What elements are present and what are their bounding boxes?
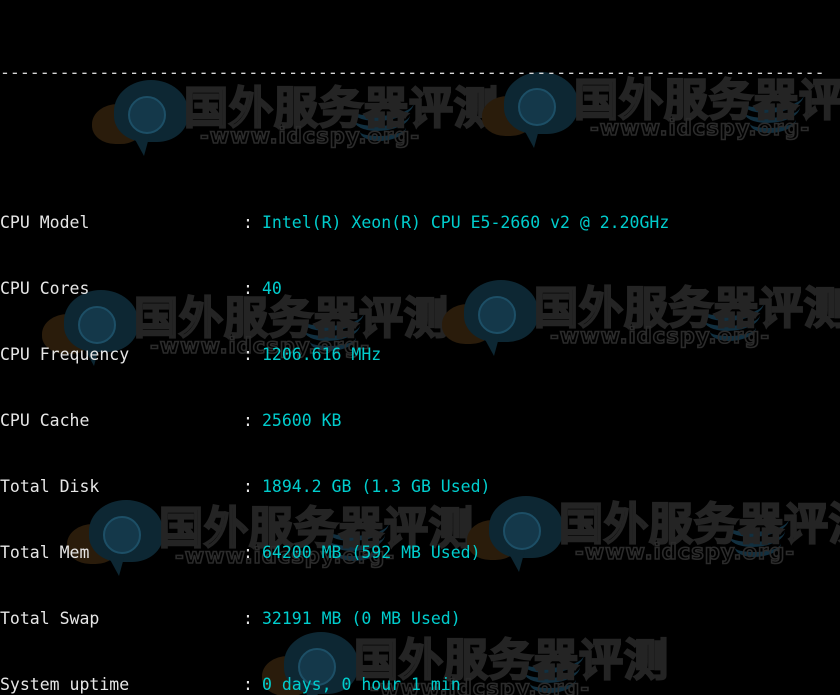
info-value: 32191 MB (0 MB Used) <box>262 609 461 628</box>
info-row: CPU Cache:25600 KB <box>0 410 840 432</box>
info-colon: : <box>243 609 253 628</box>
info-label: CPU Frequency <box>0 345 130 364</box>
info-label: Total Disk <box>0 477 100 496</box>
info-label: CPU Cache <box>0 411 90 430</box>
system-info-block: CPU Model: Intel(R) Xeon(R) CPU E5-2660 v… <box>0 168 840 695</box>
info-value: 25600 KB <box>262 411 342 430</box>
info-row: Total Mem:64200 MB (592 MB Used) <box>0 542 840 564</box>
info-value: 1894.2 GB (1.3 GB Used) <box>262 477 491 496</box>
info-colon: : <box>243 411 253 430</box>
terminal-output: ----------------------------------------… <box>0 0 840 695</box>
info-label: CPU Cores <box>0 279 90 298</box>
info-colon: : <box>243 477 253 496</box>
info-colon: : <box>243 675 253 694</box>
info-label: Total Swap <box>0 609 100 628</box>
info-colon: : <box>243 279 253 298</box>
terminal-screen: 国外服务器评测 -www.idcspy.org- 国外服务器评测 -www.id… <box>0 0 840 695</box>
info-label: Total Mem <box>0 543 90 562</box>
info-colon: : <box>243 345 253 364</box>
info-label: CPU Model <box>0 213 90 232</box>
info-row: Total Disk:1894.2 GB (1.3 GB Used) <box>0 476 840 498</box>
info-colon: : <box>243 213 253 232</box>
separator-top: ----------------------------------------… <box>0 66 825 80</box>
info-value: 0 days, 0 hour 1 min <box>262 675 461 694</box>
info-value: 40 <box>262 279 282 298</box>
info-row: System uptime:0 days, 0 hour 1 min <box>0 674 840 695</box>
info-row: CPU Frequency:1206.616 MHz <box>0 344 840 366</box>
info-value: Intel(R) Xeon(R) CPU E5-2660 v2 @ 2.20GH… <box>262 213 670 232</box>
info-value: 64200 MB (592 MB Used) <box>262 543 481 562</box>
info-row: Total Swap:32191 MB (0 MB Used) <box>0 608 840 630</box>
info-row: CPU Model: Intel(R) Xeon(R) CPU E5-2660 v… <box>0 212 840 234</box>
info-colon: : <box>243 543 253 562</box>
info-label: System uptime <box>0 675 130 694</box>
info-row: CPU Cores:40 <box>0 278 840 300</box>
info-value: 1206.616 MHz <box>262 345 382 364</box>
